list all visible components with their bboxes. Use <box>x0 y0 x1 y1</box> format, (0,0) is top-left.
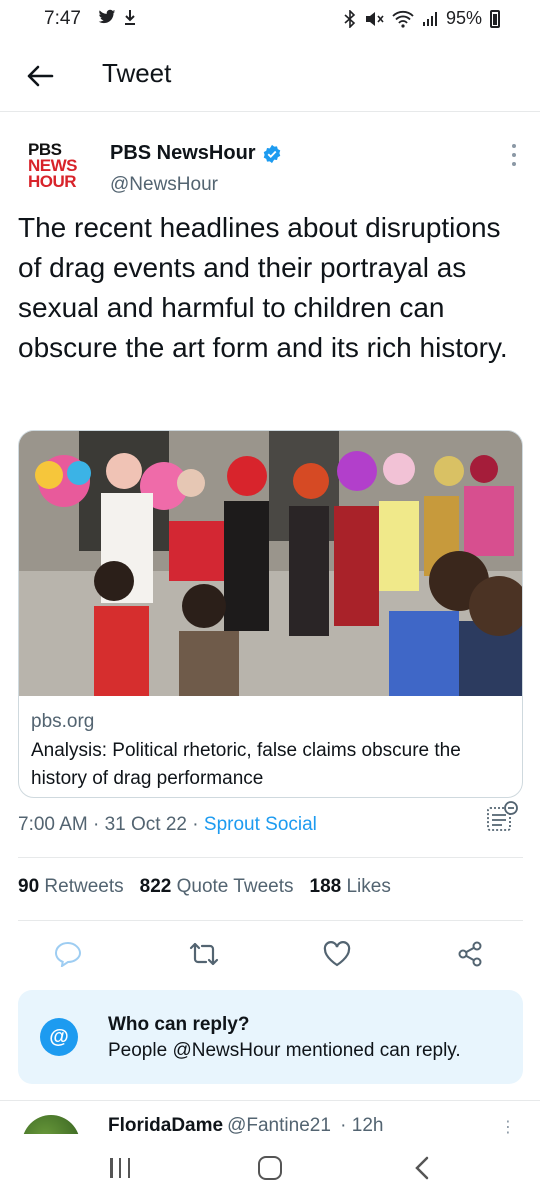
battery-icon <box>490 9 500 28</box>
home-icon[interactable] <box>258 1156 282 1180</box>
share-icon[interactable] <box>454 938 486 970</box>
more-options-icon[interactable] <box>510 144 518 166</box>
tweet-source-link[interactable]: Sprout Social <box>204 814 317 835</box>
pbs-newshour-logo[interactable]: PBS NEWS HOUR <box>28 141 88 190</box>
tweet-stats: 90 Retweets 822 Quote Tweets 188 Likes <box>18 876 391 898</box>
notes-icon[interactable] <box>486 800 518 834</box>
wifi-icon <box>392 10 414 28</box>
tweet-timestamp: 7:00 AM · 31 Oct 22 · Sprout Social <box>18 814 317 835</box>
card-image <box>19 431 522 696</box>
divider <box>18 920 523 921</box>
retweets-stat[interactable]: 90 Retweets <box>18 876 124 898</box>
link-card[interactable]: pbs.org Analysis: Political rhetoric, fa… <box>18 430 523 798</box>
back-arrow-icon[interactable] <box>22 58 58 94</box>
status-time: 7:47 <box>44 8 81 29</box>
download-icon <box>125 10 135 25</box>
battery-percentage: 95% <box>445 8 482 28</box>
quote-tweets-stat[interactable]: 822 Quote Tweets <box>140 876 294 898</box>
next-tweet-preview[interactable]: FloridaDame @Fantine21 · 12h ⋮ <box>0 1100 540 1134</box>
who-can-reply-notice: @ Who can reply? People @NewsHour mentio… <box>18 990 523 1084</box>
signal-icon <box>422 11 437 26</box>
page-title: Tweet <box>102 58 172 88</box>
system-back-icon[interactable] <box>414 1156 430 1180</box>
reply-icon[interactable] <box>52 938 84 970</box>
tweet-text: The recent headlines about disruptions o… <box>18 212 508 363</box>
app-header: Tweet <box>0 40 540 112</box>
twitter-icon <box>98 9 116 24</box>
drag-performers-photo <box>19 431 522 696</box>
author-handle[interactable]: @NewsHour <box>110 174 218 196</box>
next-tweet-author: FloridaDame @Fantine21 · 12h <box>108 1115 384 1134</box>
tweet-author: PBS NEWS HOUR PBS NewsHour @NewsHour <box>0 112 540 202</box>
tweet-actions <box>18 936 523 976</box>
more-options-icon[interactable]: ⋮ <box>500 1117 516 1134</box>
reply-notice-description: People @NewsHour mentioned can reply. <box>108 1040 461 1061</box>
card-title: Analysis: Political rhetoric, false clai… <box>31 740 461 789</box>
avatar[interactable] <box>22 1115 80 1134</box>
divider <box>18 857 523 858</box>
mute-icon <box>365 11 384 26</box>
verified-badge-icon <box>263 144 280 163</box>
recent-apps-icon[interactable] <box>110 1158 130 1178</box>
likes-stat[interactable]: 188 Likes <box>310 876 391 898</box>
at-sign-icon: @ <box>40 1018 78 1056</box>
card-domain: pbs.org <box>31 711 95 732</box>
status-bar: 7:47 95% <box>0 0 540 40</box>
author-name[interactable]: PBS NewsHour <box>110 142 282 165</box>
bluetooth-icon <box>344 9 356 28</box>
reply-notice-title: Who can reply? <box>108 1014 250 1035</box>
system-nav-bar <box>0 1134 540 1200</box>
retweet-icon[interactable] <box>188 938 220 970</box>
like-heart-icon[interactable] <box>321 938 353 970</box>
